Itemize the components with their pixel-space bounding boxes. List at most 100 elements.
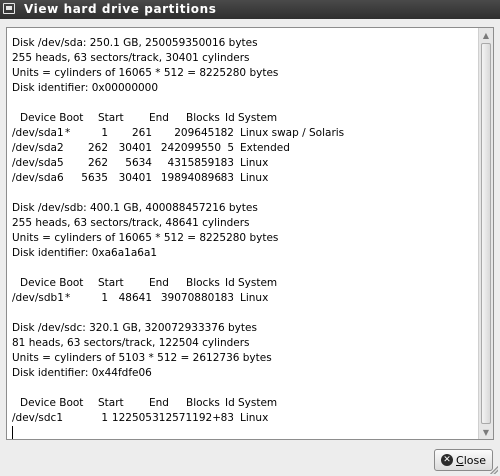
column-header: Start	[98, 277, 124, 289]
partition-text-view[interactable]: Disk /dev/sda: 250.1 GB, 250059350016 by…	[6, 27, 494, 440]
partition-cell: 312571192+	[152, 412, 221, 424]
partition-row: /dev/sda5 262 5634 43158591 83 Linux	[12, 156, 474, 171]
disk-info-line: 81 heads, 63 sectors/track, 122504 cylin…	[12, 336, 474, 351]
column-header: Id	[225, 277, 235, 289]
partition-row: /dev/sdb1 * 1 48641 390708801 83 Linux	[12, 291, 474, 306]
close-label-rest: lose	[463, 453, 486, 467]
column-header: Device Boot	[20, 112, 84, 124]
window-icon[interactable]	[3, 3, 15, 14]
close-icon: ✕	[441, 454, 453, 466]
column-header: Device Boot	[20, 277, 84, 289]
disk-info-line: Disk identifier: 0xa6a1a6a1	[12, 246, 474, 261]
partition-cell: 5634	[125, 157, 152, 169]
column-header: Blocks	[186, 277, 220, 289]
partition-cell: /dev/sdb1	[12, 292, 64, 304]
disk-info-text: Units = cylinders of 16065 * 512 = 82252…	[12, 232, 279, 244]
partition-cell: Linux swap / Solaris	[240, 127, 345, 139]
partition-cell: Linux	[240, 172, 269, 184]
scrollbar-thumb[interactable]	[481, 43, 491, 424]
partition-cell: 30401	[118, 142, 152, 154]
partition-cell: 1	[101, 412, 108, 424]
disk-info-text: Disk identifier: 0x44fdfe06	[12, 367, 152, 379]
title-bar[interactable]: View hard drive partitions	[0, 0, 500, 19]
close-button[interactable]: ✕ Close	[434, 449, 493, 471]
column-header: Blocks	[186, 112, 220, 124]
column-header: Device Boot	[20, 397, 84, 409]
partition-cell: 390708801	[160, 292, 221, 304]
close-mnemonic: C	[456, 453, 464, 467]
chevron-down-icon[interactable]: ▼	[479, 425, 493, 439]
partition-row: /dev/sda1 * 1 261 2096451 82 Linux swap / Sola…	[12, 126, 474, 141]
partition-cell: 48641	[118, 292, 152, 304]
column-header: System	[238, 397, 278, 409]
resize-grip[interactable]	[489, 465, 498, 474]
disk-info-text: Disk /dev/sdb: 400.1 GB, 400088457216 by…	[12, 202, 258, 214]
partition-cell: *	[65, 127, 71, 139]
cursor-line[interactable]	[12, 426, 474, 439]
disk-info-line: Units = cylinders of 16065 * 512 = 82252…	[12, 66, 474, 81]
column-header: Id	[225, 112, 235, 124]
partition-cell: 83	[220, 292, 234, 304]
column-header: End	[149, 277, 169, 289]
disk-info-text: Units = cylinders of 5103 * 512 = 261273…	[12, 352, 272, 364]
disk-info-line: 255 heads, 63 sectors/track, 48641 cylin…	[12, 216, 474, 231]
disk-info-text: Disk /dev/sdc: 320.1 GB, 320072933376 by…	[12, 322, 257, 334]
column-header: Id	[225, 397, 235, 409]
partition-cell: Linux	[240, 157, 269, 169]
disk-info-text: Disk identifier: 0xa6a1a6a1	[12, 247, 158, 259]
disk-info-line: Disk identifier: 0x00000000	[12, 81, 474, 96]
partition-cell: 242099550	[160, 142, 221, 154]
partition-cell: Linux	[240, 412, 269, 424]
disk-info-text: Disk /dev/sda: 250.1 GB, 250059350016 by…	[12, 37, 258, 49]
partition-row: /dev/sda2 262 30401 242099550 5 Extended	[12, 141, 474, 156]
disk-info-text: 81 heads, 63 sectors/track, 122504 cylin…	[12, 337, 250, 349]
chevron-up-icon[interactable]: ▲	[479, 28, 493, 42]
partition-cell: /dev/sda6	[12, 172, 64, 184]
disk-info-line: Units = cylinders of 16065 * 512 = 82252…	[12, 231, 474, 246]
partition-cell: 83	[220, 412, 234, 424]
partition-cell: 198940896	[160, 172, 221, 184]
disk-info-line: Disk /dev/sdb: 400.1 GB, 400088457216 by…	[12, 201, 474, 216]
partition-cell: /dev/sdc1	[12, 412, 64, 424]
partition-cell: 122505	[111, 412, 152, 424]
partition-table-header: Device Boot Start End Blocks Id System	[12, 396, 474, 411]
partition-cell: *	[65, 292, 71, 304]
disk-info-line: 255 heads, 63 sectors/track, 30401 cylin…	[12, 51, 474, 66]
partition-table-header: Device Boot Start End Blocks Id System	[12, 111, 474, 126]
partition-cell: 1	[101, 127, 108, 139]
partition-output: Disk /dev/sda: 250.1 GB, 250059350016 by…	[12, 36, 474, 439]
partition-row: /dev/sdc1 1 122505 312571192+ 83 Linux	[12, 411, 474, 426]
disk-info-text: Units = cylinders of 16065 * 512 = 82252…	[12, 67, 279, 79]
partition-cell: 82	[220, 127, 234, 139]
partition-cell: /dev/sda2	[12, 142, 64, 154]
partition-cell: 5635	[81, 172, 108, 184]
disk-info-line: Disk /dev/sdc: 320.1 GB, 320072933376 by…	[12, 321, 474, 336]
partition-cell: 2096451	[174, 127, 221, 139]
window-title: View hard drive partitions	[24, 2, 217, 16]
partition-table-header: Device Boot Start End Blocks Id System	[12, 276, 474, 291]
disk-info-text: 255 heads, 63 sectors/track, 48641 cylin…	[12, 217, 250, 229]
partition-cell: 83	[220, 157, 234, 169]
partition-cell: 43158591	[167, 157, 221, 169]
partition-cell: 262	[87, 142, 108, 154]
partition-cell: 1	[101, 292, 108, 304]
vertical-scrollbar[interactable]: ▲ ▼	[478, 28, 493, 439]
column-header: End	[149, 112, 169, 124]
column-header: Start	[98, 112, 124, 124]
partition-row: /dev/sda6 5635 30401 198940896 83 Linux	[12, 171, 474, 186]
column-header: System	[238, 112, 278, 124]
column-header: Start	[98, 397, 124, 409]
partition-cell: 30401	[118, 172, 152, 184]
partition-cell: 5	[227, 142, 234, 154]
partition-cell: 261	[131, 127, 152, 139]
partition-cell: 83	[220, 172, 234, 184]
partition-cell: 262	[87, 157, 108, 169]
column-header: End	[149, 397, 169, 409]
close-button-label: Close	[456, 454, 486, 467]
partition-cell: /dev/sda1	[12, 127, 64, 139]
